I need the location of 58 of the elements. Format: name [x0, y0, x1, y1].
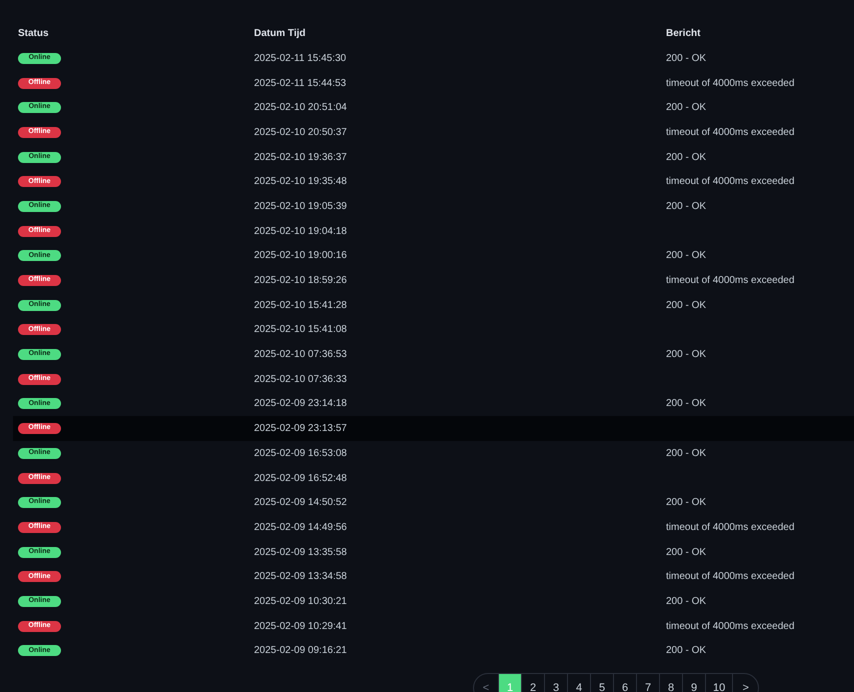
next-page-button[interactable]: >	[733, 674, 758, 692]
table-cell: 2025-02-09 16:53:08	[254, 448, 347, 459]
table-cell: 2025-02-09 13:34:58	[254, 571, 347, 582]
page-button[interactable]: 10	[706, 674, 734, 692]
table-cell: 2025-02-10 07:36:33	[254, 374, 347, 385]
table-cell: 200 - OK	[666, 52, 706, 64]
page-button[interactable]: 6	[614, 674, 637, 692]
table-cell: 200 - OK	[666, 546, 706, 558]
table-cell: timeout of 4000ms exceeded	[666, 620, 794, 632]
table-cell: 200 - OK	[666, 300, 706, 311]
table-cell: timeout of 4000ms exceeded	[666, 275, 794, 286]
page-button[interactable]: 9	[683, 674, 706, 692]
table-cell: 2025-02-10 19:00:16	[254, 250, 347, 262]
page-button[interactable]: 5	[591, 674, 614, 692]
table-cell: 200 - OK	[666, 152, 706, 163]
table-cell: 2025-02-09 14:50:52	[254, 497, 347, 508]
table-cell: 2025-02-09 10:30:21	[254, 596, 347, 607]
table-cell: 2025-02-09 10:29:41	[254, 620, 347, 632]
table-cell: 2025-02-09 13:35:58	[254, 546, 347, 558]
page-button[interactable]: 4	[568, 674, 591, 692]
page-button[interactable]: 3	[545, 674, 568, 692]
table-cell: 2025-02-11 15:44:53	[254, 78, 346, 89]
column-header: Bericht	[666, 28, 700, 39]
table-cell: 2025-02-10 15:41:08	[254, 324, 347, 336]
table-cell: 2025-02-09 23:13:57	[254, 423, 347, 434]
table-cell: timeout of 4000ms exceeded	[666, 176, 794, 188]
table-cell: 2025-02-10 20:50:37	[254, 126, 347, 138]
table-cell: timeout of 4000ms exceeded	[666, 126, 794, 138]
table-cell: 2025-02-10 19:36:37	[254, 152, 347, 163]
table-cell: 2025-02-10 18:59:26	[254, 275, 347, 286]
table-cell: 200 - OK	[666, 349, 706, 360]
table-cell: timeout of 4000ms exceeded	[666, 78, 794, 89]
page-button[interactable]: 8	[660, 674, 683, 692]
table-cell: timeout of 4000ms exceeded	[666, 522, 794, 533]
table-cell: 200 - OK	[666, 200, 706, 212]
column-header: Status	[18, 28, 49, 39]
table-cell: 200 - OK	[666, 250, 706, 262]
table-cell: 200 - OK	[666, 398, 706, 410]
table-cell: 200 - OK	[666, 596, 706, 607]
page-button[interactable]: 2	[522, 674, 545, 692]
table-cell: 2025-02-10 20:51:04	[254, 102, 347, 114]
table-cell: 2025-02-11 15:45:30	[254, 52, 346, 64]
table-cell: 2025-02-10 19:05:39	[254, 200, 347, 212]
table-cell: 2025-02-09 09:16:21	[254, 645, 347, 656]
table-cell: 2025-02-10 15:41:28	[254, 300, 347, 311]
table-cell: 200 - OK	[666, 645, 706, 656]
table-cell: timeout of 4000ms exceeded	[666, 571, 794, 582]
table-cell: 2025-02-09 14:49:56	[254, 522, 347, 533]
table-cell: 200 - OK	[666, 497, 706, 508]
table-cell: 2025-02-10 19:04:18	[254, 226, 347, 237]
table-cell: 2025-02-10 19:35:48	[254, 176, 347, 188]
table-cell: 2025-02-10 07:36:53	[254, 349, 347, 360]
page-button[interactable]: 7	[637, 674, 660, 692]
table-cell: 2025-02-09 23:14:18	[254, 398, 347, 410]
table-cell: 2025-02-09 16:52:48	[254, 472, 347, 484]
table-cell: 200 - OK	[666, 102, 706, 114]
column-header: Datum Tijd	[254, 28, 306, 39]
table-cell: 200 - OK	[666, 448, 706, 459]
